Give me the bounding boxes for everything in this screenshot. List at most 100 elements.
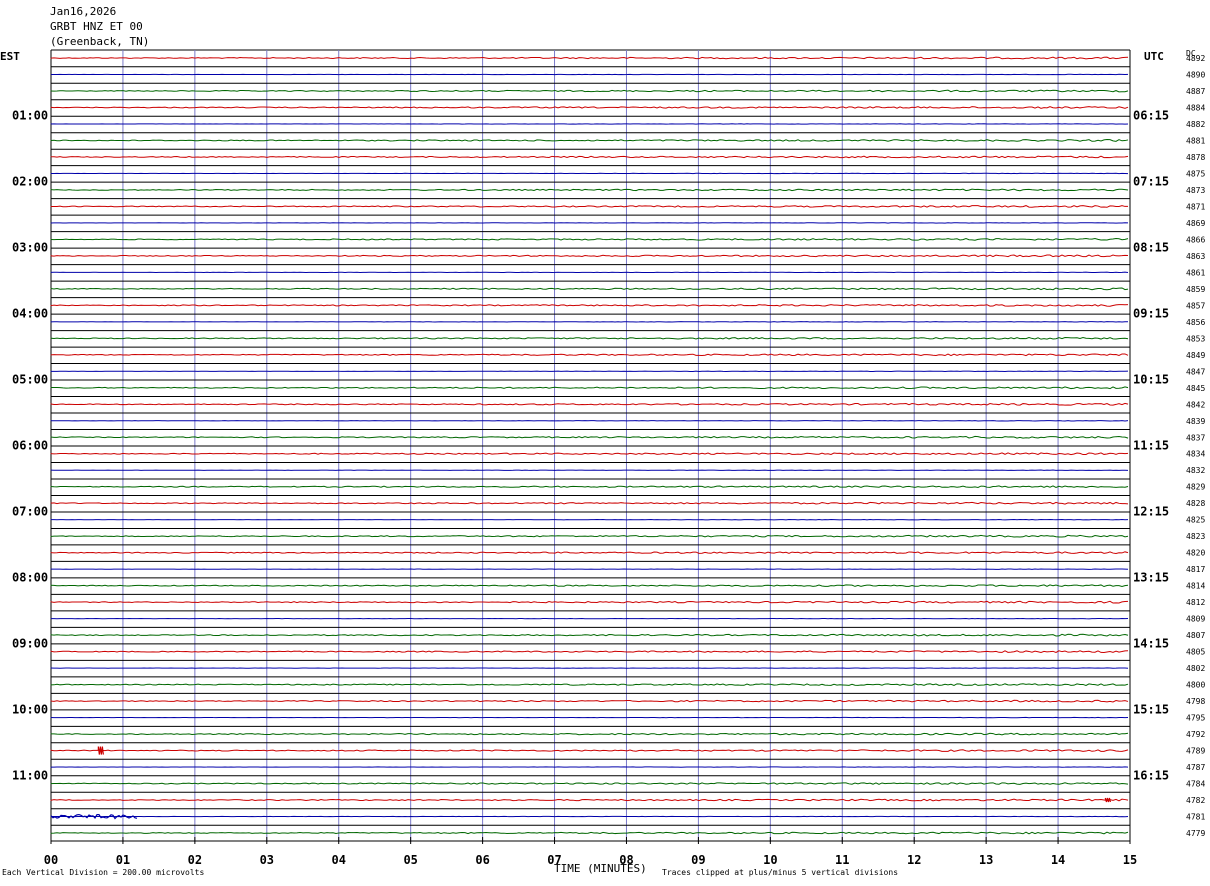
dc-offset-label: 4782 [1186,796,1205,805]
left-hour-label: 04:00 [12,307,48,321]
dc-offset-label: 4781 [1186,813,1205,822]
x-tick-label: 00 [44,853,58,867]
right-hour-label: 07:15 [1133,175,1169,189]
dc-offset-label: 4802 [1186,664,1205,673]
trace-row [50,205,1129,208]
x-tick-label: 06 [475,853,489,867]
trace-row [50,402,1129,406]
dc-offset-label: 4812 [1186,598,1205,607]
dc-offset-label: 4805 [1186,648,1205,657]
dc-offset-label: 4829 [1186,483,1205,492]
dc-offset-label: 4847 [1186,367,1205,376]
dc-offset-label: 4779 [1186,829,1205,838]
trace-row [50,386,1129,390]
dc-offset-label: 4853 [1186,334,1205,343]
dc-offset-label: 4881 [1186,136,1205,145]
dc-offset-label: 4825 [1186,516,1205,525]
event-spike [1104,797,1112,803]
trace-row [50,485,1129,489]
trace-row [50,56,1129,60]
trace-row [50,155,1129,159]
left-hour-label: 01:00 [12,109,48,123]
dc-offset-label: 4837 [1186,433,1205,442]
trace-row [50,304,1129,307]
trace-row [50,336,1129,340]
trace-row [50,287,1129,291]
left-hour-label: 06:00 [12,439,48,453]
x-tick-label: 04 [332,853,346,867]
trace-row [50,798,1129,802]
dc-offset-label: 4817 [1186,565,1205,574]
dc-offset-label: 4856 [1186,318,1205,327]
dc-offset-label: 4800 [1186,681,1205,690]
event-spike [97,746,104,755]
dc-offset-label: 4887 [1186,87,1205,96]
trace-row [50,650,1129,654]
dc-offset-label: 4834 [1186,450,1205,459]
trace-row [50,633,1129,637]
x-axis-title: TIME (MINUTES) [554,862,647,875]
trace-row [50,353,1129,357]
right-hour-label: 06:15 [1133,109,1169,123]
clip-note: Traces clipped at plus/minus 5 vertical … [662,868,899,877]
left-hour-label: 03:00 [12,241,48,255]
dc-offset-label: 4839 [1186,417,1205,426]
dc-offset-label: 4869 [1186,219,1205,228]
right-hour-label: 16:15 [1133,768,1169,782]
trace-row [50,501,1129,505]
trace-row [50,435,1129,439]
dc-offset-label: 4845 [1186,384,1205,393]
dc-offset-label: 4809 [1186,615,1205,624]
x-tick-label: 13 [979,853,993,867]
scale-note: Each Vertical Division = 200.00 microvol… [2,868,205,877]
dc-offset-label: 4863 [1186,252,1205,261]
dc-offset-label: 4890 [1186,70,1205,79]
trace-row [50,89,1129,93]
trace-row [50,749,1129,752]
dc-offset-label: 4789 [1186,747,1205,756]
dc-offset-label: 4787 [1186,763,1205,772]
dc-offset-label: 4882 [1186,120,1205,129]
right-hour-label: 15:15 [1133,702,1169,716]
trace-row [50,106,1129,109]
right-hour-label: 13:15 [1133,570,1169,584]
right-hour-label: 10:15 [1133,373,1169,387]
left-hour-label: 05:00 [12,373,48,387]
dc-offset-label: 4807 [1186,631,1205,640]
trace-row [50,551,1129,554]
dc-offset-label: 4795 [1186,714,1205,723]
x-tick-label: 10 [763,853,777,867]
x-tick-label: 15 [1123,853,1137,867]
dc-offset-label: 4861 [1186,268,1205,277]
dc-offset-label: 4857 [1186,301,1205,310]
dc-offset-label: 4878 [1186,153,1205,162]
dc-offset-label: 4859 [1186,285,1205,294]
trace-row [50,584,1129,588]
right-hour-label: 14:15 [1133,636,1169,650]
dc-offset-label: 4798 [1186,697,1205,706]
x-tick-label: 11 [835,853,849,867]
right-hour-label: 09:15 [1133,307,1169,321]
trace-row [50,683,1129,686]
x-tick-label: 01 [116,853,130,867]
trace-row [50,254,1129,258]
x-tick-label: 02 [188,853,202,867]
dc-offset-label: 4823 [1186,532,1205,541]
dc-offset-label: 4873 [1186,186,1205,195]
trace-row [50,831,1129,835]
helicorder-plot: 00 01 02 03 04 05 06 07 08 09 10 11 12 13 14 1548924890… [12,49,1205,867]
left-hour-label: 07:00 [12,504,48,518]
dc-offset-label: 4849 [1186,351,1205,360]
dc-offset-label: 4814 [1186,582,1205,591]
right-hour-label: 12:15 [1133,504,1169,518]
dc-offset-label: 4842 [1186,400,1205,409]
x-tick-label: 05 [403,853,417,867]
dc-offset-label: 4875 [1186,169,1205,178]
dc-offset-label: 4820 [1186,549,1205,558]
trace-row [50,188,1129,192]
dc-offset-label: 4892 [1186,54,1205,63]
trace-row [50,452,1129,456]
left-hour-label: 08:00 [12,570,48,584]
left-hour-label: 09:00 [12,636,48,650]
trace-row [50,534,1129,538]
